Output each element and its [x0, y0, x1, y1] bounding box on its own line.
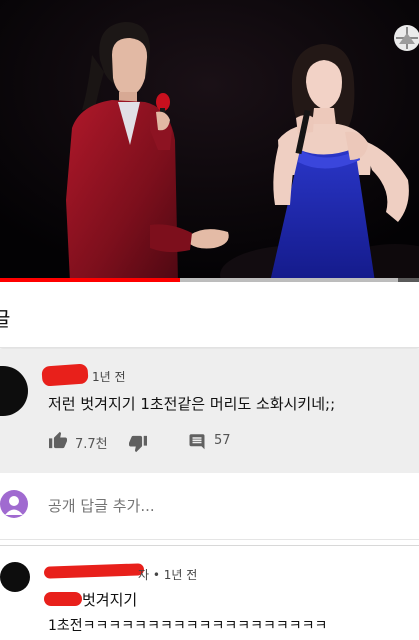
comments-title: 글	[0, 307, 11, 331]
divider	[0, 545, 419, 546]
redacted-mention	[44, 592, 82, 606]
reply-comment-icon[interactable]	[188, 434, 206, 451]
like-count: 7.7천	[75, 437, 108, 452]
add-reply-row[interactable]	[0, 474, 419, 540]
comment-time: 1년 전	[92, 370, 126, 384]
comment-text: 저런 벗겨지기 1초전같은 머리도 소화시키네;;	[48, 395, 336, 413]
reply-count: 57	[214, 433, 231, 448]
redacted-username	[43, 563, 145, 579]
channel-logo-icon	[394, 25, 419, 51]
comment-item[interactable]: 1년 전 저런 벗겨지기 1초전같은 머리도 소화시키네;; 7.7천 57	[0, 349, 419, 473]
thumb-up-icon[interactable]	[48, 431, 68, 449]
video-player[interactable]	[0, 0, 419, 282]
comment-time: 자 • 1년 전	[138, 568, 198, 582]
avatar[interactable]	[0, 366, 28, 416]
comment-text-line2: 1초전ㅋㅋㅋㅋㅋㅋㅋㅋㅋㅋㅋㅋㅋㅋㅋㅋㅋㅋㅋ	[48, 618, 328, 634]
thumb-down-icon[interactable]	[128, 435, 148, 453]
user-avatar	[0, 490, 28, 518]
avatar[interactable]	[0, 562, 30, 592]
redacted-username	[41, 363, 89, 387]
comments-header: 글	[0, 282, 419, 348]
comment-text: 벗겨지기	[82, 591, 138, 609]
user-silhouette-icon	[5, 496, 23, 515]
video-frame	[0, 0, 419, 282]
reply-input[interactable]	[48, 497, 348, 515]
